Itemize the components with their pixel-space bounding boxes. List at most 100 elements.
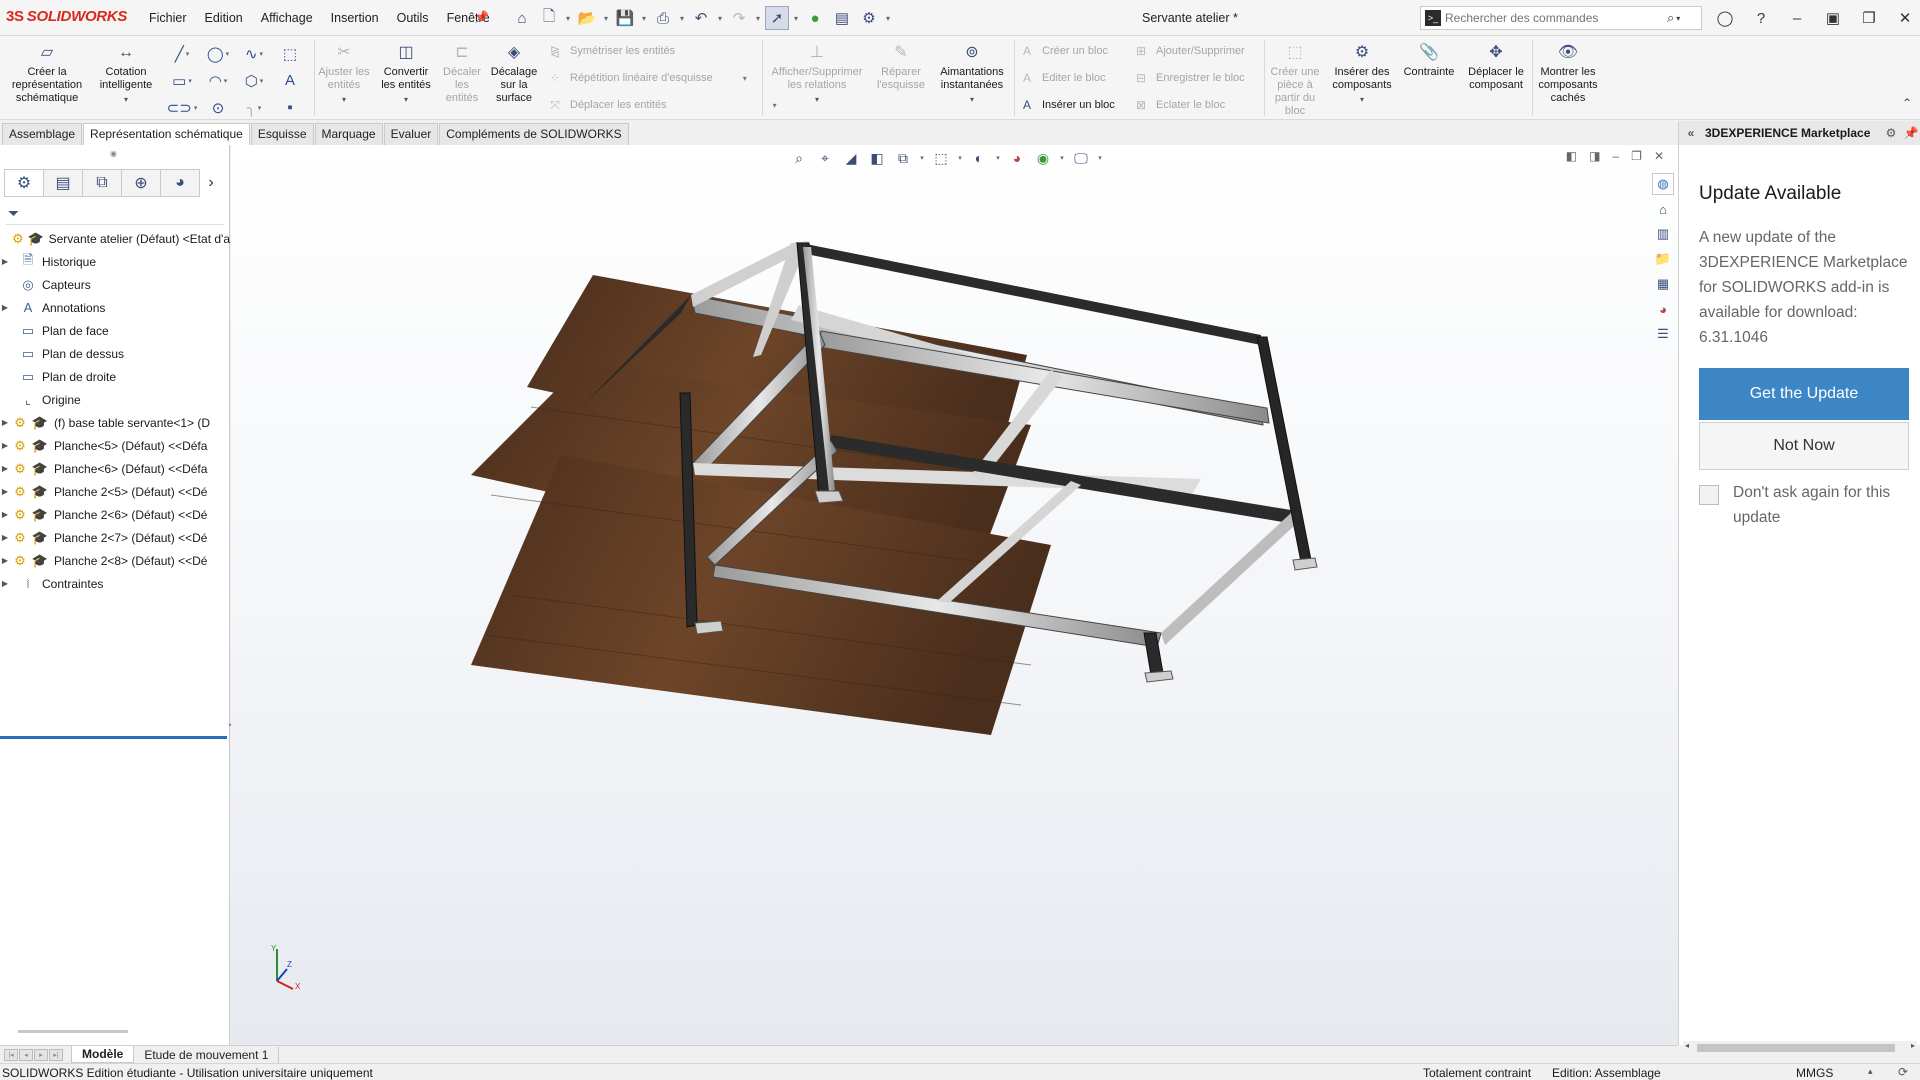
file-explorer-icon[interactable]: 📁 bbox=[1652, 248, 1674, 270]
tab-motion-study[interactable]: Etude de mouvement 1 bbox=[134, 1046, 280, 1063]
rebuild-traffic-light-icon[interactable]: ● bbox=[803, 6, 827, 30]
menu-fichier[interactable]: Fichier bbox=[140, 11, 196, 25]
offset-entities-button[interactable]: ⊏ Décaler les entités bbox=[438, 40, 486, 105]
options-dropdown-icon[interactable]: ▾ bbox=[884, 6, 892, 30]
insert-components-dropdown-icon[interactable]: ▾ bbox=[1360, 93, 1364, 106]
property-manager-tab-icon[interactable]: ▤ bbox=[43, 169, 83, 197]
mirror-entities-button[interactable]: ⧎ Symétriser les entités bbox=[546, 42, 675, 60]
tree-item-capteurs[interactable]: ◎ Capteurs bbox=[0, 273, 230, 296]
close-button[interactable]: ✕ bbox=[1890, 4, 1920, 32]
pin-menu-icon[interactable]: 📌 bbox=[474, 10, 489, 24]
add-remove-block-button[interactable]: ⊞ Ajouter/Supprimer bbox=[1132, 42, 1245, 60]
menu-insertion[interactable]: Insertion bbox=[322, 11, 388, 25]
arc-tool-icon[interactable]: ◠ ▾ bbox=[200, 67, 236, 94]
trim-entities-button[interactable]: ✂ Ajuster les entités ▾ bbox=[316, 40, 372, 106]
unit-system-arrow-icon[interactable]: ▴ bbox=[1868, 1066, 1873, 1077]
relations-button[interactable]: ⊥ Afficher/Supprimer les relations ▾ bbox=[764, 40, 870, 106]
tab-assemblage[interactable]: Assemblage bbox=[2, 123, 83, 145]
expand-arrow-icon[interactable]: ▶ bbox=[0, 418, 10, 427]
tree-item-plan-de-dessus[interactable]: ▭ Plan de dessus bbox=[0, 342, 230, 365]
tree-item-annotations[interactable]: ▶ A Annotations bbox=[0, 296, 230, 319]
spline-tool-icon[interactable]: ∿ ▾ bbox=[236, 40, 272, 67]
menu-fenetre[interactable]: Fenêtre bbox=[438, 11, 499, 25]
save-dropdown-icon[interactable]: ▾ bbox=[640, 6, 648, 30]
convert-dropdown-icon[interactable]: ▾ bbox=[404, 93, 408, 106]
point-tool-icon[interactable]: ⊙ bbox=[200, 94, 236, 121]
tree-item-planche-2-6-d-faut-d[interactable]: ▶ ⚙ 🎓 Planche 2<6> (Défaut) <<Dé bbox=[0, 503, 230, 526]
command-search[interactable]: >_ ⌕ ▾ bbox=[1420, 6, 1702, 30]
collapse-ribbon-icon[interactable]: ⌃ bbox=[1902, 96, 1912, 110]
linear-pattern-button[interactable]: ⁘ Répétition linéaire d'esquisse ▾ bbox=[546, 69, 747, 87]
scroll-thumb[interactable] bbox=[1697, 1044, 1895, 1052]
not-now-button[interactable]: Not Now bbox=[1699, 422, 1909, 470]
show-hidden-components-button[interactable]: 👁 Montrer les composants cachés bbox=[1534, 40, 1602, 105]
tree-item-f-base-table-servante-1-d[interactable]: ▶ ⚙ 🎓 (f) base table servante<1> (D bbox=[0, 411, 230, 434]
next-tab-icon[interactable]: ▸ bbox=[34, 1048, 48, 1061]
tile-windows-icon[interactable]: ▣ bbox=[1818, 4, 1848, 32]
expand-arrow-icon[interactable]: ▶ bbox=[0, 533, 10, 542]
restore-button[interactable]: ❐ bbox=[1854, 4, 1884, 32]
tree-item-planche-6-d-faut-d-fa[interactable]: ▶ ⚙ 🎓 Planche<6> (Défaut) <<Défa bbox=[0, 457, 230, 480]
expand-arrow-icon[interactable]: ▶ bbox=[0, 579, 10, 588]
slot-tool-icon[interactable]: ⊂⊃ ▾ bbox=[164, 94, 200, 121]
solidworks-resources-home-icon[interactable]: ⌂ bbox=[1652, 198, 1674, 220]
tab-representation-schematique[interactable]: Représentation schématique bbox=[83, 123, 250, 145]
tab-marquage[interactable]: Marquage bbox=[314, 123, 383, 145]
convert-entities-button[interactable]: ◫ Convertir les entités ▾ bbox=[376, 40, 436, 106]
explode-block-button[interactable]: ⊠ Eclater le bloc bbox=[1132, 96, 1225, 114]
move-entities-button[interactable]: ⤧ Déplacer les entités ▾ bbox=[546, 96, 776, 114]
print-dropdown-icon[interactable]: ▾ bbox=[678, 6, 686, 30]
linear-pattern-dropdown-icon[interactable]: ▾ bbox=[743, 74, 747, 83]
line-tool-icon[interactable]: ╱ ▾ bbox=[164, 40, 200, 67]
expand-arrow-icon[interactable]: ▶ bbox=[0, 487, 10, 496]
menu-edition[interactable]: Edition bbox=[196, 11, 252, 25]
tree-item-planche-5-d-faut-d-fa[interactable]: ▶ ⚙ 🎓 Planche<5> (Défaut) <<Défa bbox=[0, 434, 230, 457]
offset-surface-button[interactable]: ◈ Décalage sur la surface bbox=[488, 40, 540, 105]
expand-arrow-icon[interactable]: ▶ bbox=[0, 556, 10, 565]
move-component-button[interactable]: ✥ Déplacer le composant bbox=[1462, 40, 1530, 92]
snaps-button[interactable]: ⊚ Aimantations instantanées ▾ bbox=[934, 40, 1010, 106]
file-properties-icon[interactable]: ▤ bbox=[830, 6, 854, 30]
task-pane-hscrollbar[interactable]: ◂ ▸ bbox=[1683, 1041, 1917, 1055]
trim-dropdown-icon[interactable]: ▾ bbox=[342, 93, 346, 106]
tree-filter[interactable]: ⏷ bbox=[6, 203, 224, 225]
prev-tab-icon[interactable]: ◂ bbox=[19, 1048, 33, 1061]
options-gear-icon[interactable]: ⚙ bbox=[857, 6, 881, 30]
expand-arrow-icon[interactable]: ▶ bbox=[0, 257, 10, 266]
save-icon[interactable]: 💾 bbox=[613, 6, 637, 30]
text-tool-icon[interactable]: A bbox=[272, 67, 308, 94]
home-icon[interactable]: ⌂ bbox=[510, 6, 534, 30]
tab-modele[interactable]: Modèle bbox=[71, 1046, 135, 1063]
pane-pin-icon[interactable]: 📌 bbox=[1901, 126, 1920, 140]
new-dropdown-icon[interactable]: ▾ bbox=[564, 6, 572, 30]
help-icon[interactable]: ? bbox=[1746, 4, 1776, 32]
tree-item-origine[interactable]: ⌞ Origine bbox=[0, 388, 230, 411]
insert-block-button[interactable]: A Insérer un bloc bbox=[1018, 96, 1115, 114]
feature-tree-scrollbar[interactable] bbox=[18, 1030, 128, 1033]
user-account-icon[interactable]: ◯ bbox=[1710, 4, 1740, 32]
circle-tool-icon[interactable]: ◯ ▾ bbox=[200, 40, 236, 67]
save-block-button[interactable]: ⊟ Enregistrer le bloc bbox=[1132, 69, 1245, 87]
rebuild-status-icon[interactable]: ⟳ bbox=[1898, 1065, 1908, 1079]
mate-button[interactable]: 📎 Contrainte bbox=[1398, 40, 1460, 79]
pane-settings-gear-icon[interactable]: ⚙ bbox=[1881, 126, 1901, 140]
small-point-icon[interactable]: ▪ bbox=[272, 94, 308, 121]
tab-esquisse[interactable]: Esquisse bbox=[250, 123, 314, 145]
tree-item-historique[interactable]: ▶ 🗎 Historique bbox=[0, 250, 230, 273]
appearances-icon[interactable]: ◕ bbox=[1652, 298, 1674, 320]
open-folder-icon[interactable]: 📂 bbox=[575, 6, 599, 30]
tab-evaluer[interactable]: Evaluer bbox=[383, 123, 439, 145]
search-input[interactable] bbox=[1445, 11, 1665, 25]
select-dropdown-icon[interactable]: ▾ bbox=[792, 6, 800, 30]
workbench-3d-model[interactable] bbox=[231, 145, 1678, 1045]
expand-arrow-icon[interactable]: ▶ bbox=[0, 441, 10, 450]
tree-item-planche-2-8-d-faut-d[interactable]: ▶ ⚙ 🎓 Planche 2<8> (Défaut) <<Dé bbox=[0, 549, 230, 572]
expand-arrow-icon[interactable]: ▶ bbox=[0, 510, 10, 519]
more-tabs-chevron-icon[interactable]: › bbox=[199, 169, 223, 197]
tree-item-plan-de-face[interactable]: ▭ Plan de face bbox=[0, 319, 230, 342]
open-dropdown-icon[interactable]: ▾ bbox=[602, 6, 610, 30]
expand-arrow-icon[interactable]: ▶ bbox=[0, 464, 10, 473]
configuration-manager-tab-icon[interactable]: ⧉ bbox=[82, 169, 122, 197]
fillet-tool-icon[interactable]: ╮ ▾ bbox=[236, 94, 272, 121]
tree-item-planche-2-7-d-faut-d[interactable]: ▶ ⚙ 🎓 Planche 2<7> (Défaut) <<Dé bbox=[0, 526, 230, 549]
